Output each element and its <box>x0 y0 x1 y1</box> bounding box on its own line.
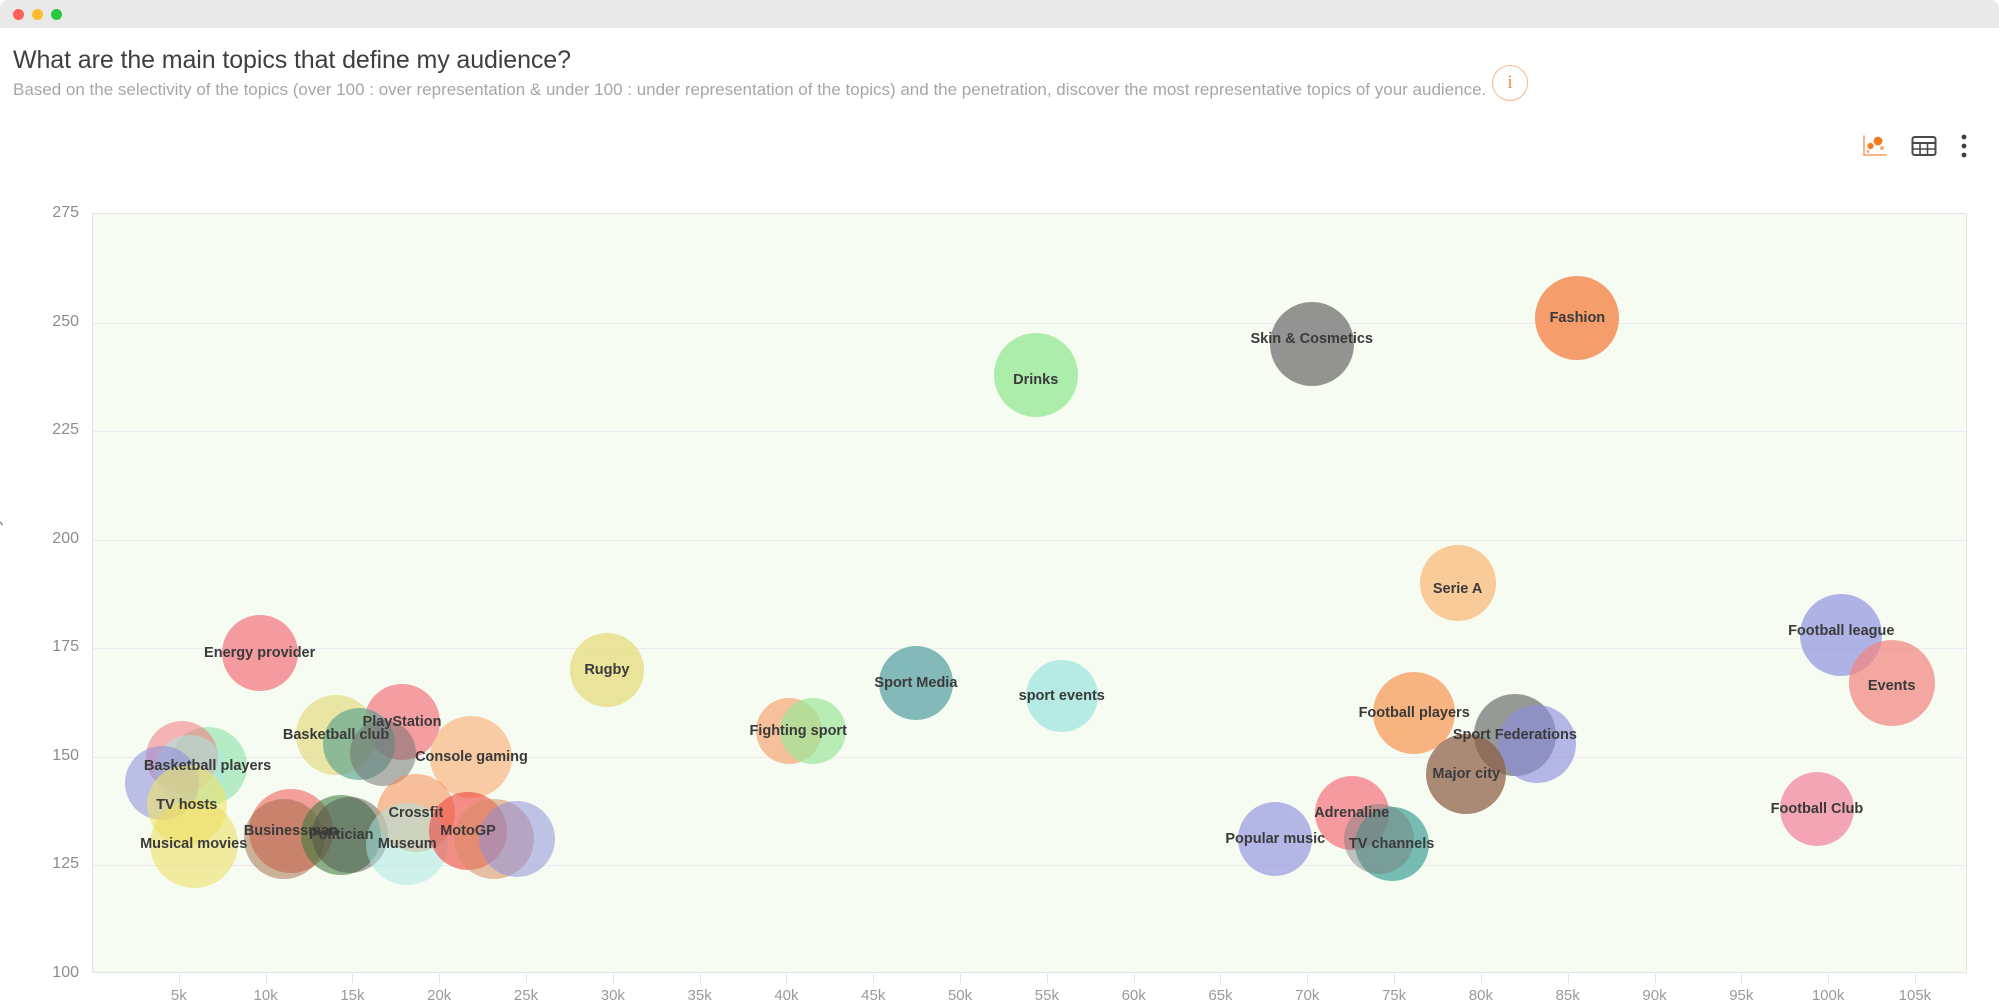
plot-area: Fashion Skin & Cosmetics Drinks Serie A Foot… <box>92 213 1967 973</box>
gridline <box>93 539 1966 541</box>
page-header: What are the main topics that define my … <box>0 28 1999 118</box>
gridline <box>93 322 1966 324</box>
table-view-icon[interactable] <box>1911 134 1937 158</box>
x-axis-tick-mark <box>1654 974 1656 983</box>
x-axis-tick-label: 80k <box>1468 987 1493 1004</box>
x-axis-tick-label: 105k <box>1898 987 1932 1004</box>
x-axis-tick-label: 90k <box>1642 987 1667 1004</box>
page-subtitle: Based on the selectivity of the topics (… <box>13 80 1487 99</box>
bubble-energy-provider[interactable] <box>221 614 298 691</box>
page-title: What are the main topics that define my … <box>13 46 571 74</box>
y-axis-tick-label: 125 <box>52 855 79 873</box>
bubble[interactable] <box>780 697 847 764</box>
bubble-sport-events[interactable] <box>1025 660 1098 733</box>
x-axis-tick-mark <box>1307 974 1309 983</box>
x-axis-tick-label: 85k <box>1555 987 1580 1004</box>
x-axis-tick-label: 10k <box>253 987 278 1004</box>
y-axis-title: Selectivity <box>0 517 3 590</box>
x-axis-tick-label: 45k <box>861 987 886 1004</box>
bubble-sport-media[interactable] <box>878 646 953 721</box>
bubble-chart-view-icon[interactable] <box>1862 134 1888 158</box>
x-axis-tick-mark <box>1480 974 1482 983</box>
x-axis-tick-label: 65k <box>1208 987 1233 1004</box>
x-axis-tick-label: 15k <box>340 987 365 1004</box>
x-axis-tick-label: 100k <box>1811 987 1845 1004</box>
minimize-window-button[interactable] <box>32 9 43 20</box>
x-axis-tick-mark <box>612 974 614 983</box>
y-axis-tick-label: 250 <box>52 312 79 330</box>
x-axis-tick-mark <box>1567 974 1569 983</box>
x-axis-tick-label: 95k <box>1729 987 1754 1004</box>
x-axis-tick-label: 70k <box>1295 987 1320 1004</box>
bubble-fashion[interactable] <box>1535 276 1620 361</box>
bubble-skin-cosmetics[interactable] <box>1269 302 1354 387</box>
plot-inner: Fashion Skin & Cosmetics Drinks Serie A Foot… <box>93 214 1966 972</box>
x-axis-tick-label: 50k <box>947 987 973 1004</box>
x-axis-tick-mark <box>1133 974 1135 983</box>
x-axis-tick-mark <box>1220 974 1222 983</box>
x-axis-tick-label: 35k <box>687 987 712 1004</box>
x-axis-tick-mark <box>1394 974 1396 983</box>
bubble-musical-movies[interactable] <box>149 799 238 888</box>
y-axis-tick-label: 175 <box>52 638 79 656</box>
x-axis-tick-mark <box>526 974 528 983</box>
x-axis-tick-label: 55k <box>1034 987 1059 1004</box>
zoom-window-button[interactable] <box>51 9 62 20</box>
traffic-light-group <box>13 9 62 20</box>
y-axis-tick-label: 150 <box>52 746 79 764</box>
bubble[interactable] <box>1498 704 1577 783</box>
bubble-major-city[interactable] <box>1426 734 1507 815</box>
y-axis-tick-label: 200 <box>52 529 79 547</box>
x-axis-tick-mark <box>352 974 354 983</box>
x-axis-tick-mark <box>1828 974 1830 983</box>
x-axis-tick-mark <box>265 974 267 983</box>
x-axis-tick-label: 20k <box>427 987 452 1004</box>
bubble[interactable] <box>478 801 555 878</box>
x-axis-tick-label: 30k <box>600 987 625 1004</box>
x-axis-tick-mark <box>439 974 441 983</box>
x-axis-tick-mark <box>178 974 180 983</box>
x-axis-tick-label: 40k <box>774 987 799 1004</box>
y-axis-tick-label: 275 <box>52 204 79 221</box>
x-axis-tick-label: 5k <box>170 987 187 1004</box>
x-axis-tick-mark <box>1741 974 1743 983</box>
bubble-drinks[interactable] <box>993 332 1078 417</box>
x-axis-tick-mark <box>1046 974 1048 983</box>
x-axis-tick-mark <box>786 974 788 983</box>
chart-toolbar <box>1862 133 1968 159</box>
info-icon[interactable]: i <box>1492 65 1528 101</box>
x-axis-tick-mark <box>699 974 701 983</box>
x-axis-tick-mark <box>960 974 962 983</box>
bubble-football-club[interactable] <box>1779 771 1854 846</box>
more-options-icon[interactable] <box>1960 133 1968 159</box>
x-axis-tick-mark <box>1914 974 1916 983</box>
window-title-bar <box>0 0 1999 28</box>
bubble-rugby[interactable] <box>569 633 644 707</box>
bubble-serie-a[interactable] <box>1419 545 1496 622</box>
gridline <box>93 431 1966 433</box>
info-icon-glyph: i <box>1507 71 1513 93</box>
bubble-chart: Selectivity 100 125 150 175 200 225 250 275 5k 1… <box>0 160 1999 1004</box>
gridline <box>93 648 1966 650</box>
y-axis-tick-label: 225 <box>52 421 79 439</box>
x-axis-tick-label: 75k <box>1381 987 1407 1004</box>
x-axis-tick-label: 25k <box>513 987 539 1004</box>
close-window-button[interactable] <box>13 9 24 20</box>
bubble-events[interactable] <box>1848 640 1935 727</box>
x-axis-tick-label: 60k <box>1121 987 1146 1004</box>
x-axis-tick-mark <box>873 974 875 983</box>
y-axis-tick-label: 100 <box>52 964 79 981</box>
